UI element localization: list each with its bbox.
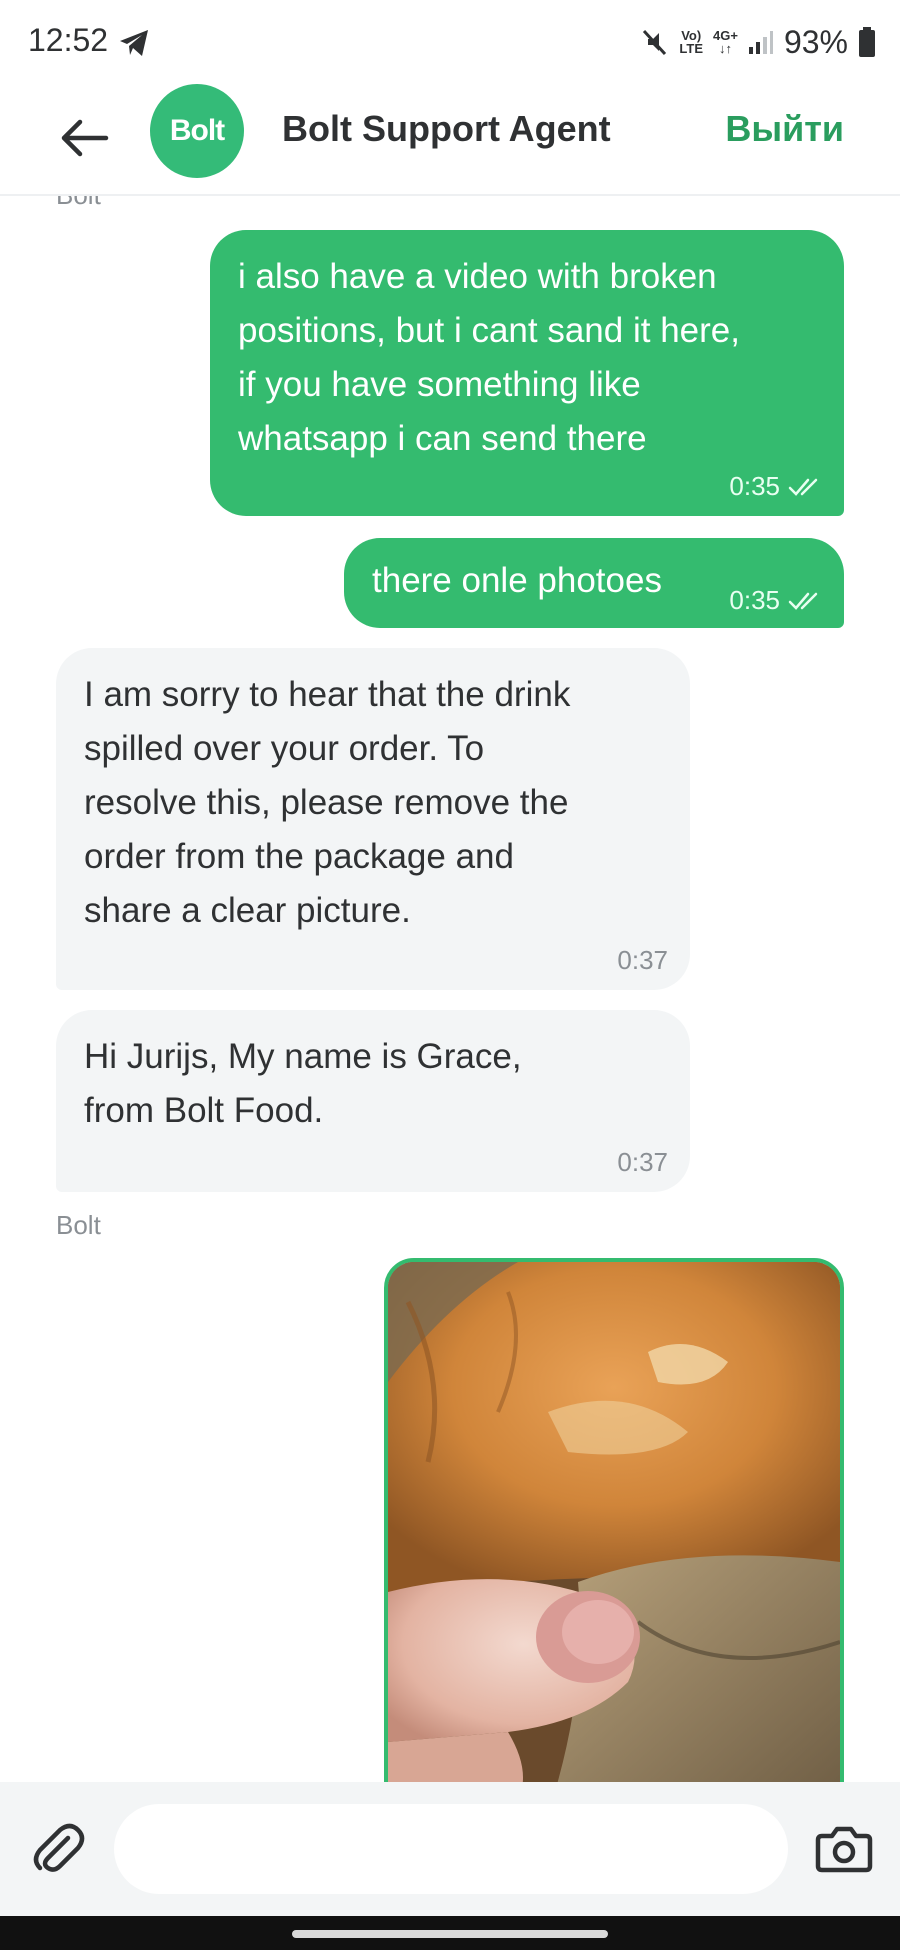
message-input[interactable] [114,1804,788,1894]
message-text: Hi Jurijs, My name is Grace, from Bolt F… [84,1037,522,1130]
status-time: 12:52 [28,22,109,58]
chat-title: Bolt Support Agent [282,108,611,149]
home-indicator[interactable] [292,1930,608,1938]
message-meta: 0:35 [729,585,822,616]
camera-icon [815,1826,873,1873]
message-meta: 0:37 [617,1147,668,1178]
message-meta: 0:37 [617,945,668,976]
camera-button[interactable] [814,1818,874,1878]
signal-icon [748,31,773,54]
food-photo [388,1262,840,1782]
outgoing-message[interactable]: there onle photoes 0:35 [344,538,844,628]
mute-icon [643,29,667,56]
chat-header: Bolt Bolt Support Agent Выйти [0,84,900,196]
message-time: 0:35 [729,471,780,501]
battery-percent: 93% [783,23,848,60]
attach-button[interactable] [30,1820,86,1876]
telegram-send-icon [120,30,148,56]
paperclip-icon [33,1823,85,1872]
incoming-message[interactable]: Hi Jurijs, My name is Grace, from Bolt F… [56,1010,690,1192]
message-meta: 0:35 [729,471,822,502]
message-input-bar [0,1782,900,1916]
avatar: Bolt [150,84,244,178]
double-check-icon [788,478,818,496]
volte-indicator: Vo) LTE [679,28,704,56]
status-bar: 12:52 Vo) LTE 4G+ ↓↑ 93% [0,0,900,84]
battery-icon [859,27,875,57]
bolt-logo: Bolt [169,114,225,147]
sender-label: Bolt [56,196,101,211]
double-check-icon [788,592,818,610]
back-button[interactable] [52,106,116,170]
photo-message[interactable] [384,1258,844,1782]
network-indicator: 4G+ ↓↑ [713,28,738,56]
chat-messages[interactable]: Bolt i also have a video with broken pos… [0,196,900,1782]
arrow-left-icon [61,119,109,157]
message-time: 0:37 [617,945,668,975]
message-text: I am sorry to hear that the drink spille… [84,675,571,930]
message-time: 0:35 [729,585,780,615]
outgoing-message[interactable]: i also have a video with broken position… [210,230,844,516]
sender-label: Bolt [56,1210,101,1240]
message-time: 0:37 [617,1147,668,1177]
exit-button[interactable]: Выйти [725,108,844,150]
message-text: i also have a video with broken position… [238,257,740,458]
status-indicators: Vo) LTE 4G+ ↓↑ 93% [639,22,876,62]
system-nav-bar [0,1916,900,1950]
incoming-message[interactable]: I am sorry to hear that the drink spille… [56,648,690,990]
